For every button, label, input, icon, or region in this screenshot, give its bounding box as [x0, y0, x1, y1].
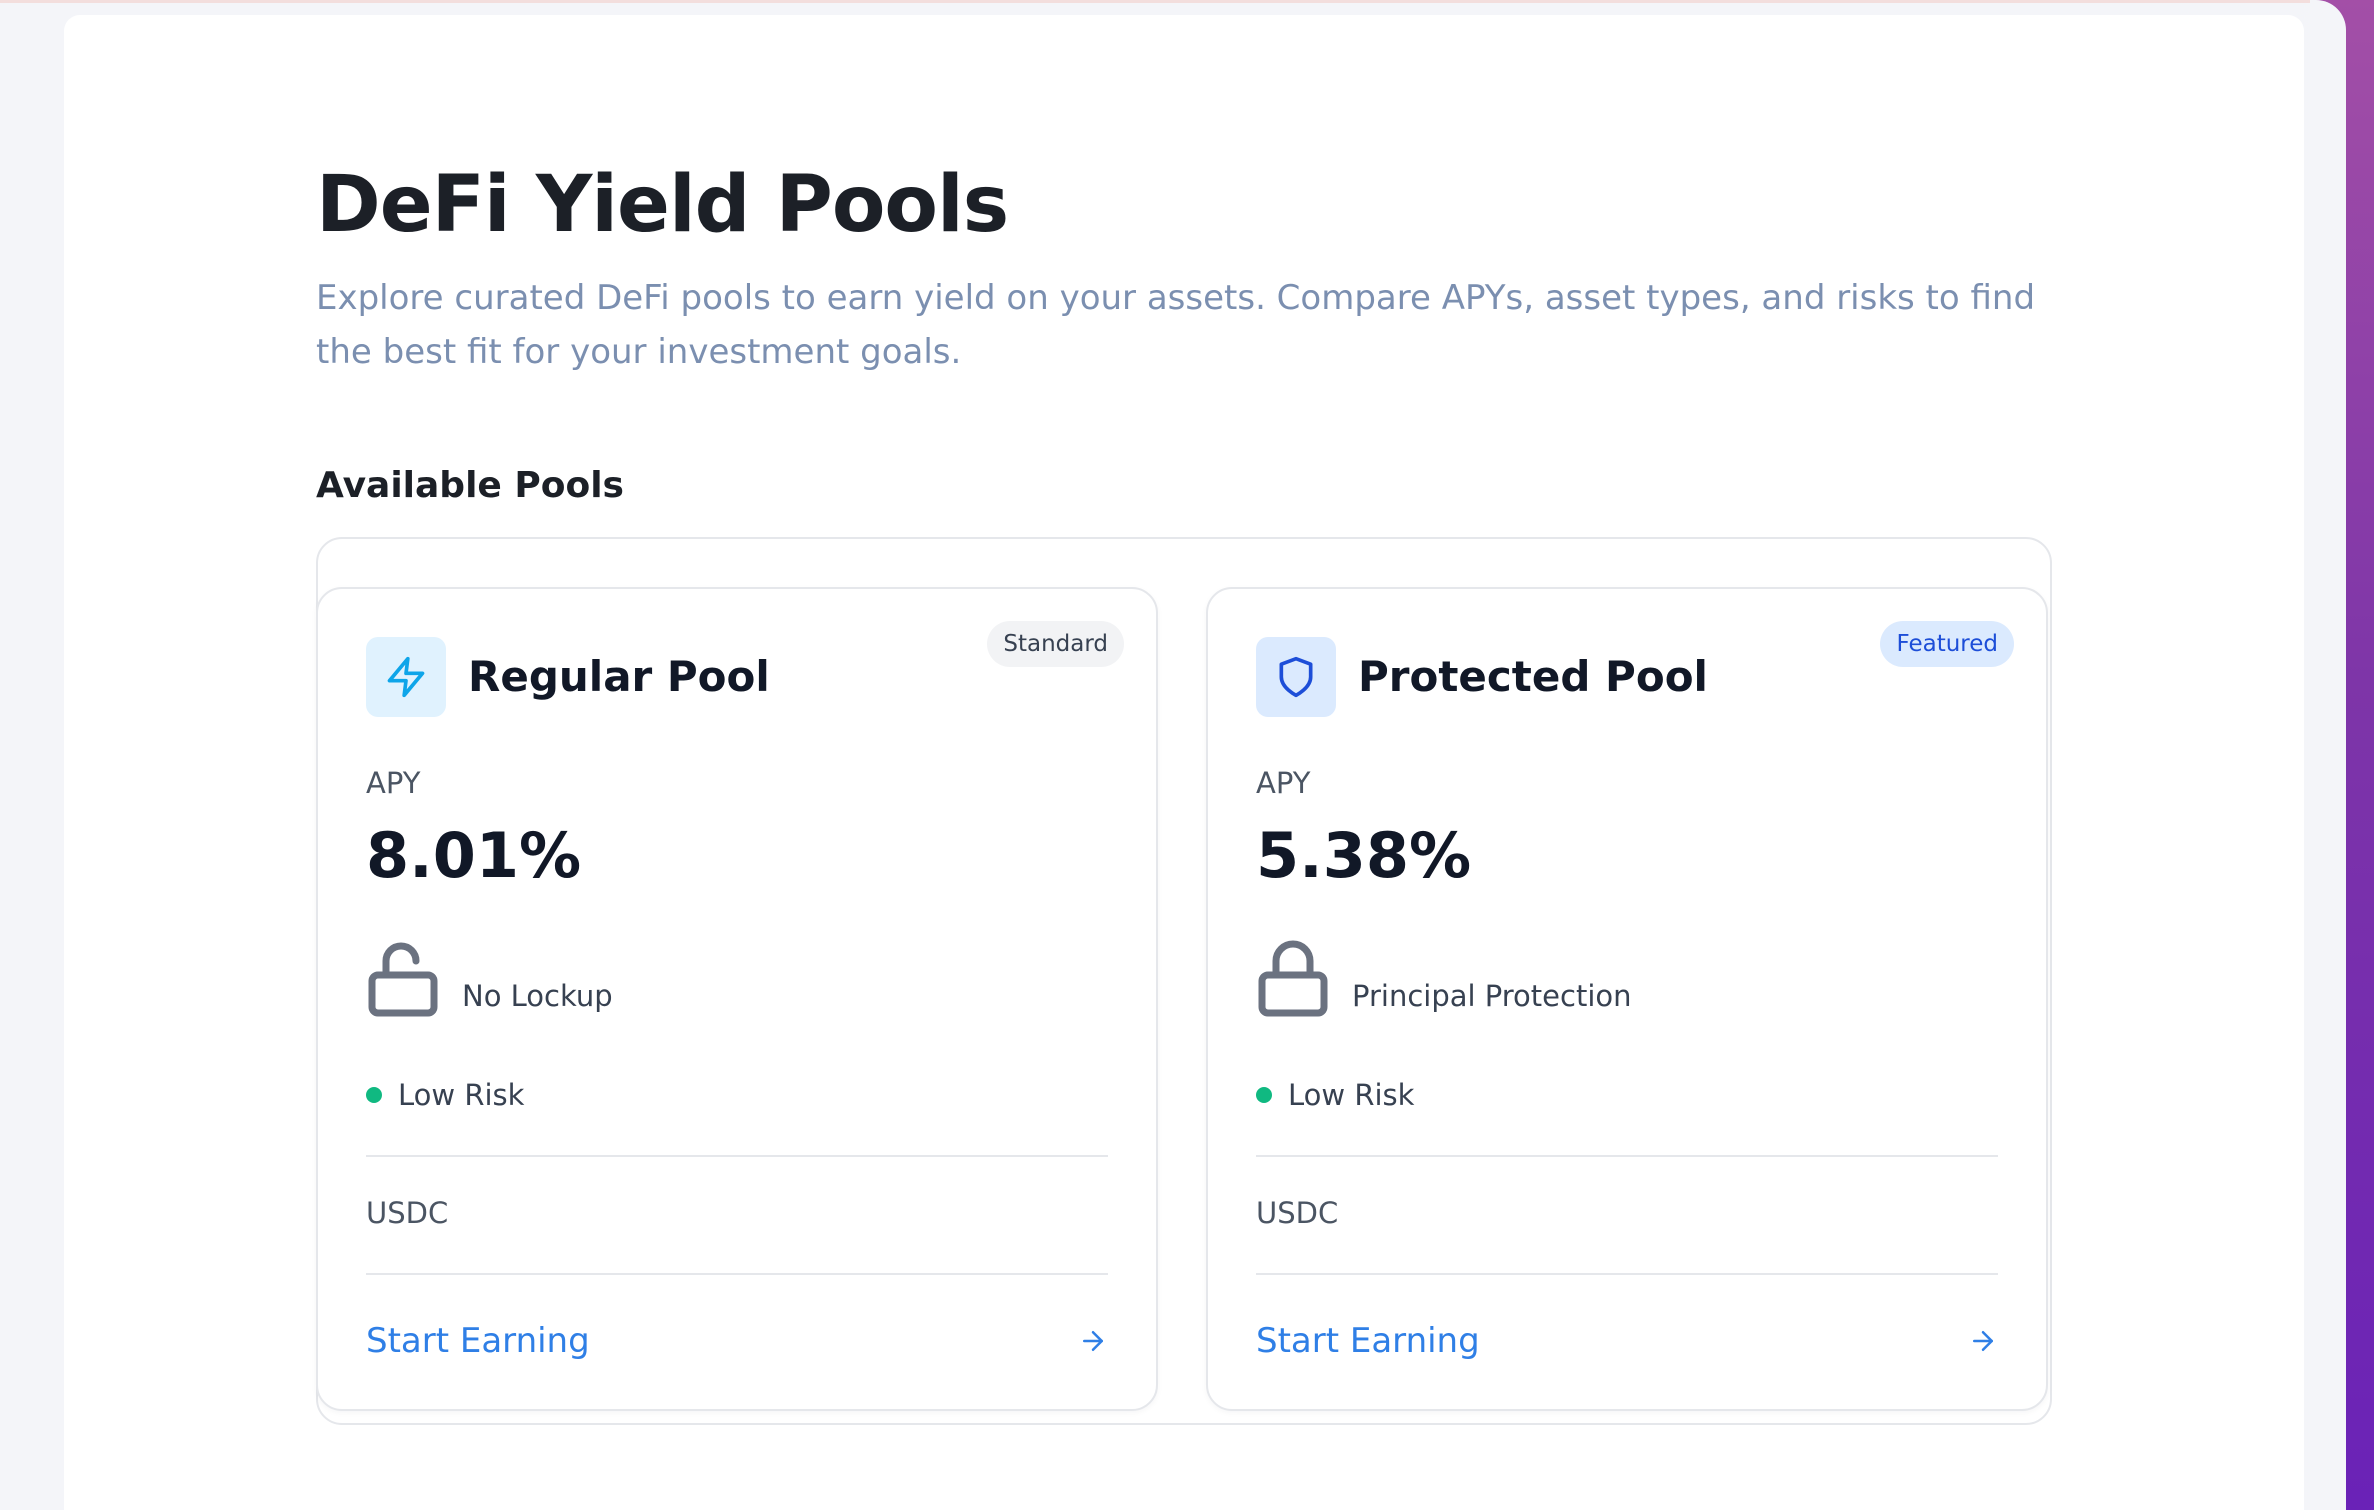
pool-feature: No Lockup	[462, 979, 613, 1013]
pool-card-protected: Featured Protected Pool APY 5.38% Princi…	[1206, 587, 2048, 1411]
start-earning-label: Start Earning	[366, 1321, 590, 1361]
apy-value: 5.38%	[1256, 819, 1472, 892]
start-earning-label: Start Earning	[1256, 1321, 1480, 1361]
pool-icon-box	[1256, 637, 1336, 717]
risk-level: Low Risk	[1288, 1078, 1415, 1112]
pool-asset: USDC	[1256, 1196, 1339, 1230]
pool-feature: Principal Protection	[1352, 979, 1632, 1013]
apy-label: APY	[1256, 766, 1311, 800]
shield-icon	[1279, 656, 1313, 698]
page-title: DeFi Yield Pools	[316, 160, 1009, 250]
section-title: Available Pools	[316, 465, 624, 506]
risk-level: Low Risk	[398, 1078, 525, 1112]
pool-badge: Standard	[987, 621, 1124, 667]
pool-card-regular: Standard Regular Pool APY 8.01% No Locku…	[316, 587, 1158, 1411]
pool-asset: USDC	[366, 1196, 449, 1230]
unlock-icon	[368, 942, 438, 1017]
pool-name: Regular Pool	[468, 652, 770, 701]
risk-indicator-dot	[1256, 1087, 1272, 1103]
window-right-edge	[2310, 0, 2374, 1510]
divider	[1256, 1273, 1998, 1275]
lock-icon	[1258, 940, 1328, 1017]
pools-grid: Standard Regular Pool APY 8.01% No Locku…	[316, 537, 2052, 1425]
divider	[366, 1273, 1108, 1275]
pool-name: Protected Pool	[1358, 652, 1708, 701]
main-panel: DeFi Yield Pools Explore curated DeFi po…	[64, 15, 2304, 1510]
pool-icon-box	[366, 637, 446, 717]
apy-label: APY	[366, 766, 421, 800]
divider	[1256, 1155, 1998, 1157]
divider	[366, 1155, 1108, 1157]
page-description: Explore curated DeFi pools to earn yield…	[316, 278, 2036, 372]
window-top-edge	[0, 0, 2374, 3]
arrow-right-icon	[1973, 1331, 1993, 1351]
lightning-bolt-icon	[387, 656, 425, 698]
arrow-right-icon	[1083, 1331, 1103, 1351]
start-earning-button[interactable]: Start Earning	[366, 1309, 1108, 1373]
apy-value: 8.01%	[366, 819, 582, 892]
risk-indicator-dot	[366, 1087, 382, 1103]
start-earning-button[interactable]: Start Earning	[1256, 1309, 1998, 1373]
pool-badge: Featured	[1880, 621, 2014, 667]
